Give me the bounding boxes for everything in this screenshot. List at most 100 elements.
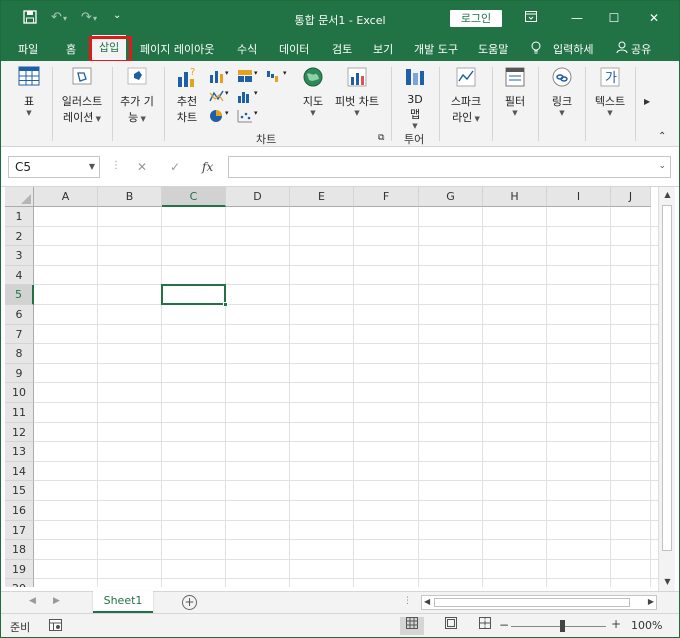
minimize-button[interactable]: —: [567, 9, 587, 27]
chevron-down-icon[interactable]: ▼: [89, 157, 95, 177]
link-button[interactable]: 링크 ▼: [546, 65, 578, 117]
sparklines-button[interactable]: 스파크 라인 ▼: [446, 65, 486, 125]
row-header-3[interactable]: 3: [5, 246, 34, 266]
row-header-13[interactable]: 13: [5, 442, 34, 462]
next-sheet-icon[interactable]: ▶: [53, 596, 60, 606]
active-cell[interactable]: [161, 284, 226, 305]
scroll-right-icon[interactable]: ▶: [648, 597, 654, 606]
tab-review[interactable]: 검토: [332, 41, 352, 57]
tab-data[interactable]: 데이터: [279, 41, 309, 57]
column-header-b[interactable]: B: [98, 187, 162, 207]
pivot-chart-button[interactable]: 피벗 차트 ▼: [332, 65, 382, 117]
row-header-18[interactable]: 18: [5, 540, 34, 560]
row-header-10[interactable]: 10: [5, 383, 34, 403]
row-header-15[interactable]: 15: [5, 481, 34, 501]
scatter-chart-icon[interactable]: [237, 109, 253, 123]
column-header-g[interactable]: G: [419, 187, 483, 207]
text-button[interactable]: 가 텍스트 ▼: [592, 65, 628, 117]
row-header-2[interactable]: 2: [5, 226, 34, 247]
row-header-11[interactable]: 11: [5, 403, 34, 423]
zoom-in-button[interactable]: +: [611, 617, 621, 631]
line-chart-icon[interactable]: [209, 89, 225, 103]
row-header-12[interactable]: 12: [5, 422, 34, 443]
ribbon-scroll-right-icon[interactable]: ▶: [644, 97, 650, 106]
tab-formulas[interactable]: 수식: [237, 41, 257, 57]
3d-map-button[interactable]: 3D 맵 ▼: [399, 65, 431, 130]
row-header-4[interactable]: 4: [5, 265, 34, 286]
name-box[interactable]: C5 ▼: [8, 156, 100, 178]
zoom-slider-knob[interactable]: [560, 620, 565, 632]
row-header-19[interactable]: 19: [5, 559, 34, 580]
illustrations-button[interactable]: 일러스트 레이션 ▼: [59, 65, 105, 125]
row-header-5[interactable]: 5: [5, 285, 34, 305]
maps-button[interactable]: 지도 ▼: [298, 65, 328, 117]
tab-developer[interactable]: 개발 도구: [414, 41, 458, 57]
horizontal-scroll-thumb[interactable]: [434, 598, 630, 607]
scroll-left-icon[interactable]: ◀: [424, 597, 430, 606]
close-button[interactable]: ✕: [644, 9, 664, 27]
row-header-8[interactable]: 8: [5, 344, 34, 364]
row-header-16[interactable]: 16: [5, 501, 34, 521]
formula-input[interactable]: ⌄: [228, 156, 671, 178]
vertical-scrollbar[interactable]: ▲ ▼: [658, 187, 675, 591]
bar-chart-icon[interactable]: [209, 69, 225, 83]
tab-splitter-icon[interactable]: ⋮: [403, 596, 412, 606]
row-header-20[interactable]: 20: [5, 579, 34, 587]
collapse-ribbon-icon[interactable]: ⌃: [658, 131, 666, 142]
column-header-e[interactable]: E: [290, 187, 354, 207]
row-header-14[interactable]: 14: [5, 461, 34, 482]
horizontal-scrollbar[interactable]: ◀ ▶: [421, 595, 657, 610]
add-sheet-button[interactable]: +: [182, 595, 197, 610]
column-header-h[interactable]: H: [483, 187, 547, 207]
share-person-icon[interactable]: [616, 41, 628, 57]
scroll-up-icon[interactable]: ▲: [659, 190, 676, 199]
maximize-button[interactable]: ☐: [604, 9, 624, 27]
chevron-down-icon[interactable]: ▾: [254, 89, 270, 103]
expand-formula-icon[interactable]: ⌄: [658, 161, 666, 171]
sheet-tab[interactable]: Sheet1: [93, 591, 153, 613]
select-all-corner[interactable]: [5, 187, 34, 207]
row-header-17[interactable]: 17: [5, 520, 34, 541]
share-button[interactable]: 공유: [631, 41, 651, 57]
lightbulb-icon[interactable]: [531, 41, 541, 57]
macro-record-icon[interactable]: [49, 619, 62, 634]
prev-sheet-icon[interactable]: ◀: [29, 596, 36, 606]
tab-file[interactable]: 파일: [18, 41, 38, 57]
row-header-9[interactable]: 9: [5, 363, 34, 384]
tab-home[interactable]: 홈: [66, 41, 76, 57]
hierarchy-chart-icon[interactable]: [237, 69, 253, 83]
vertical-scroll-thumb[interactable]: [662, 205, 672, 551]
tab-view[interactable]: 보기: [373, 41, 393, 57]
zoom-level[interactable]: 100%: [631, 619, 662, 632]
row-header-7[interactable]: 7: [5, 324, 34, 345]
addins-button[interactable]: 추가 기 능 ▼: [117, 65, 157, 125]
row-header-1[interactable]: 1: [5, 207, 34, 227]
tab-help[interactable]: 도움말: [478, 41, 508, 57]
page-break-view-icon[interactable]: [473, 617, 497, 635]
pie-chart-icon[interactable]: [209, 109, 225, 123]
fill-handle[interactable]: [223, 302, 228, 307]
enter-icon[interactable]: ✓: [170, 160, 180, 174]
tab-page-layout[interactable]: 페이지 레이아웃: [140, 41, 214, 57]
column-header-a[interactable]: A: [34, 187, 98, 207]
worksheet-grid[interactable]: ABCDEFGHIJ123456789101112131415161718192…: [5, 187, 658, 587]
column-header-j[interactable]: J: [611, 187, 651, 207]
ribbon-display-options-icon[interactable]: [521, 9, 541, 27]
waterfall-chart-icon[interactable]: [266, 69, 282, 83]
normal-view-icon[interactable]: [400, 617, 424, 635]
page-layout-view-icon[interactable]: [439, 617, 463, 635]
column-header-c[interactable]: C: [162, 187, 226, 207]
filter-button[interactable]: 필터 ▼: [499, 65, 531, 117]
column-header-i[interactable]: I: [547, 187, 611, 207]
table-button[interactable]: 표 ▼: [13, 65, 45, 117]
column-header-d[interactable]: D: [226, 187, 290, 207]
insert-function-icon[interactable]: fx: [202, 160, 213, 174]
scroll-down-icon[interactable]: ▼: [659, 577, 676, 586]
recommended-charts-button[interactable]: ? 추천 차트: [171, 65, 203, 125]
tell-me-search[interactable]: 입력하세: [553, 41, 593, 57]
row-header-6[interactable]: 6: [5, 305, 34, 325]
zoom-out-button[interactable]: −: [499, 618, 509, 632]
statistic-chart-icon[interactable]: [237, 89, 253, 103]
login-button[interactable]: 로그인: [450, 10, 502, 27]
chevron-down-icon[interactable]: ▾: [283, 69, 299, 83]
